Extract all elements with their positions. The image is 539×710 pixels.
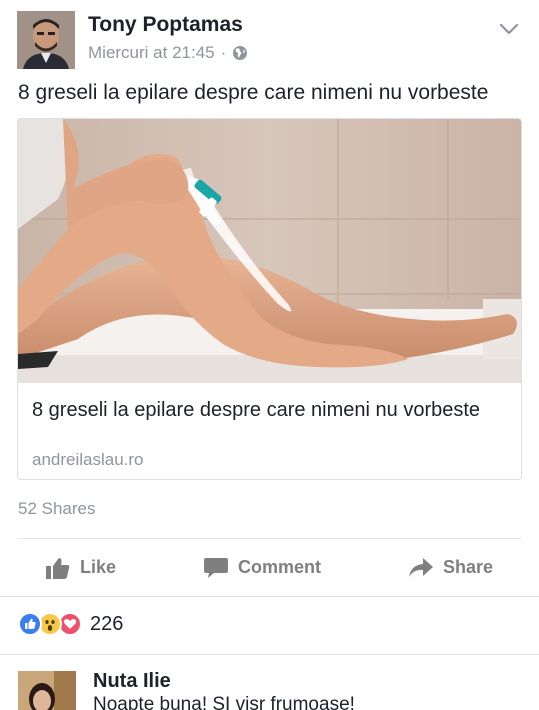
share-label: Share <box>443 557 494 577</box>
post-meta: Miercuri at 21:45 · <box>88 43 248 63</box>
divider <box>0 596 539 597</box>
commenter-avatar[interactable] <box>18 671 76 710</box>
link-preview-image[interactable] <box>18 119 521 383</box>
reactions-summary[interactable]: 226 <box>18 612 123 636</box>
divider <box>18 538 521 539</box>
commenter-name[interactable]: Nuta Ilie <box>93 670 171 693</box>
like-button[interactable]: Like <box>46 540 116 595</box>
post-status-text: 8 greseli la epilare despre care nimeni … <box>18 81 489 104</box>
author-avatar[interactable] <box>17 11 75 69</box>
shares-count[interactable]: 52 Shares <box>18 499 96 519</box>
comment-text: Noapte buna! SI visr frumoase! <box>93 694 355 710</box>
share-arrow-icon <box>409 557 433 577</box>
link-domain: andreilaslau.ro <box>32 450 144 469</box>
comment-label: Comment <box>238 557 322 577</box>
thumbs-up-icon <box>46 557 70 579</box>
globe-icon <box>232 45 248 61</box>
comment-button[interactable]: Comment <box>204 540 321 595</box>
author-name[interactable]: Tony Poptamas <box>88 13 243 37</box>
post-timestamp[interactable]: Miercuri at 21:45 <box>88 43 215 63</box>
share-button[interactable]: Share <box>409 540 493 595</box>
comment-item: Nuta Ilie Noapte buna! SI visr frumoase! <box>0 655 539 710</box>
post-header: Tony Poptamas Miercuri at 21:45 · <box>0 0 539 78</box>
like-reaction-icon <box>18 612 42 636</box>
comment-icon <box>204 557 228 578</box>
like-label: Like <box>80 557 117 577</box>
reactions-count: 226 <box>90 612 124 635</box>
meta-separator: · <box>220 43 227 62</box>
chevron-down-icon[interactable] <box>499 22 519 36</box>
link-title[interactable]: 8 greseli la epilare despre care nimeni … <box>32 397 502 423</box>
link-preview-card[interactable]: 8 greseli la epilare despre care nimeni … <box>17 118 522 480</box>
action-bar: Like Comment Share <box>0 540 539 595</box>
